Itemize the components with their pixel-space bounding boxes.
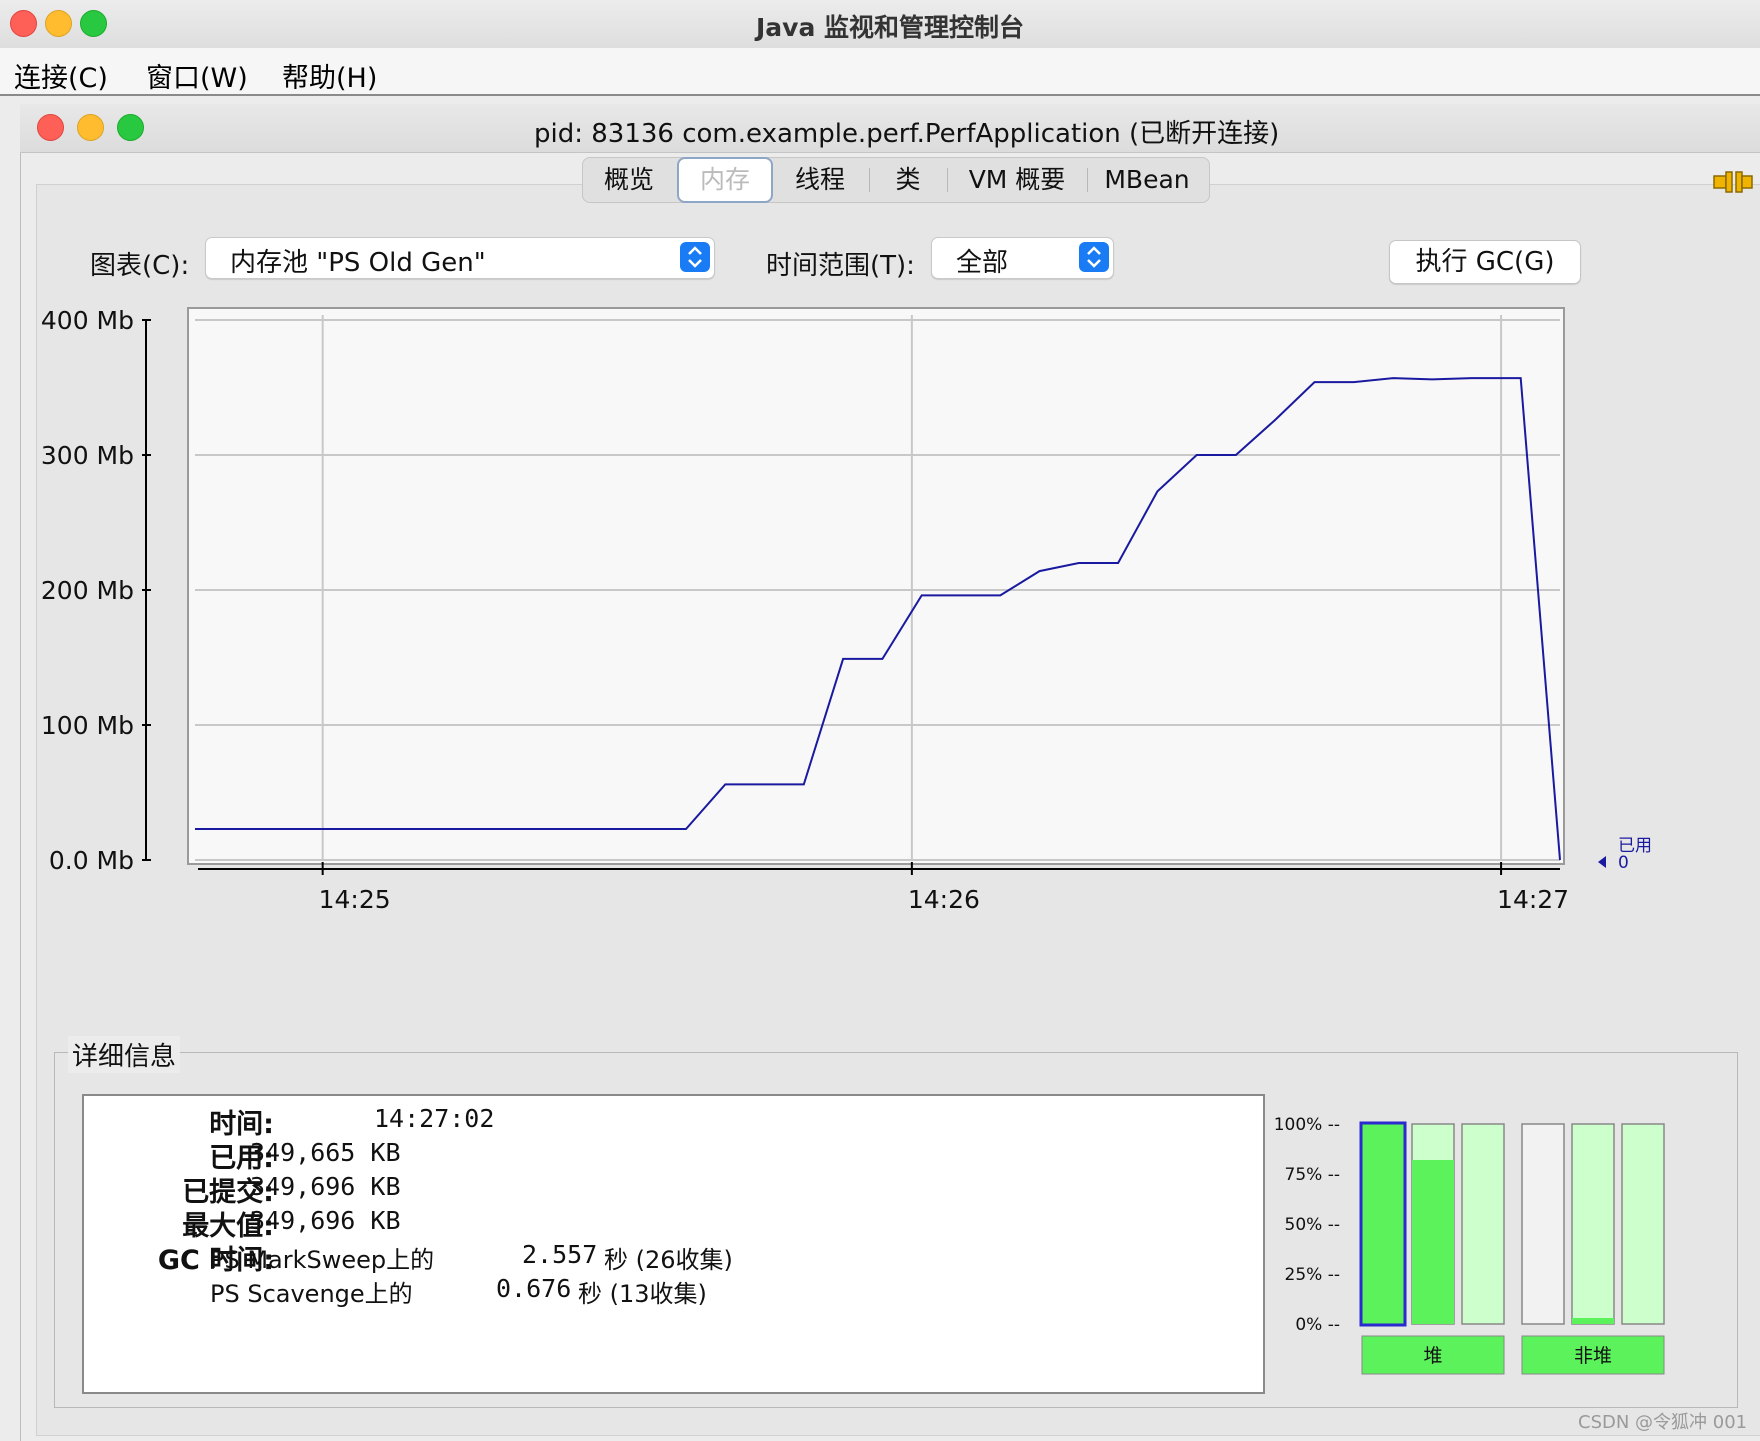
x-tick-label: 14:25 (319, 885, 391, 914)
heap-pool-bar-used-fill (1412, 1160, 1454, 1324)
chart-select-label: 图表(C): (90, 251, 190, 281)
tab-overview[interactable]: 概览 (583, 158, 675, 202)
watermark: CSDN @令狐冲 001 (1578, 1412, 1748, 1433)
tab-classes[interactable]: 类 (869, 158, 947, 202)
current-series-value: 0 (1618, 853, 1629, 873)
connection-title: pid: 83136 com.example.perf.PerfApplicat… (534, 119, 1280, 149)
menu-window[interactable]: 窗口(W) (146, 56, 248, 95)
nonheap-pool-bar-used-fill (1572, 1318, 1614, 1324)
gc-time-marksweep: 2.557 (522, 1240, 598, 1269)
chart-select[interactable]: 内存池 "PS Old Gen" (205, 237, 715, 279)
plot-area (187, 307, 1565, 865)
frame-close-button[interactable] (37, 114, 64, 141)
y-tick-label: 100 Mb (41, 711, 134, 740)
tab-memory[interactable]: 内存 (677, 157, 773, 203)
chevron-updown-icon (680, 242, 710, 272)
chevron-updown-icon (1079, 242, 1109, 272)
perform-gc-button[interactable]: 执行 GC(G) (1389, 240, 1581, 284)
heap-pool-bar-used-fill (1362, 1124, 1404, 1324)
time-range-label: 时间范围(T): (766, 251, 915, 281)
pool-bar-scale-label: 50% -- (1285, 1215, 1340, 1235)
menu-connection[interactable]: 连接(C) (14, 56, 108, 95)
chart-select-value: 内存池 "PS Old Gen" (230, 248, 486, 278)
nonheap-pool-bar-background (1521, 1123, 1565, 1325)
pool-bar-scale-label: 75% -- (1285, 1165, 1340, 1185)
time-range-select[interactable]: 全部 (931, 237, 1114, 279)
details-panel: 时间: 14:27:02 已用: 349,665 KB 已提交: 349,696… (82, 1094, 1265, 1394)
detail-value-committed: 349,696 KB (250, 1172, 401, 1201)
x-tick-label: 14:27 (1497, 885, 1569, 914)
frame-maximize-button[interactable] (117, 114, 144, 141)
heap-pool-bar-background (1461, 1123, 1505, 1325)
tab-vm-summary[interactable]: VM 概要 (947, 158, 1087, 202)
memory-usage-chart: 0.0 Mb 100 Mb 200 Mb 300 Mb 400 Mb 14:25 14:26… (41, 306, 1652, 914)
pool-bar-scale-label: 0% -- (1295, 1315, 1340, 1335)
menu-help[interactable]: 帮助(H) (282, 56, 377, 95)
gc-count-marksweep: 秒 (26收集) (604, 1246, 733, 1274)
gc-time-scavenge: 0.676 (496, 1274, 572, 1303)
tab-threads[interactable]: 线程 (771, 158, 869, 202)
detail-value-max: 349,696 KB (250, 1206, 401, 1235)
zoom-window-button[interactable] (80, 10, 107, 37)
frame-minimize-button[interactable] (77, 114, 104, 141)
nonheap-pool-bar-background (1621, 1123, 1665, 1325)
minimize-window-button[interactable] (45, 10, 72, 37)
detail-value-time: 14:27:02 (374, 1104, 495, 1133)
detail-value-used: 349,665 KB (250, 1138, 401, 1167)
menu-bar (0, 48, 1760, 96)
nonheap-pool-bar-background (1571, 1123, 1615, 1325)
gc-count-scavenge: 秒 (13收集) (578, 1280, 707, 1308)
connection-plug-icon (1713, 171, 1753, 193)
y-tick-label: 400 Mb (41, 306, 134, 335)
close-window-button[interactable] (10, 10, 37, 37)
pool-bar-scale-label: 100% -- (1274, 1115, 1340, 1135)
time-range-value: 全部 (956, 248, 1009, 278)
memory-pool-bars: 100% -- 75% -- 50% -- 25% -- 0% -- 堆 非堆 (1274, 1115, 1665, 1375)
current-value-marker-icon (1598, 856, 1606, 868)
main-window-title: Java 监视和管理控制台 (756, 13, 1025, 42)
nonheap-label: 非堆 (1574, 1345, 1612, 1367)
details-section-title: 详细信息 (68, 1036, 181, 1073)
gc-collector-marksweep: PS MarkSweep上的 (210, 1246, 435, 1274)
heap-label: 堆 (1423, 1345, 1442, 1367)
x-tick-label: 14:26 (908, 885, 980, 914)
y-tick-label: 300 Mb (41, 441, 134, 470)
gc-collector-scavenge: PS Scavenge上的 (210, 1280, 413, 1308)
tab-mbean[interactable]: MBean (1087, 158, 1207, 202)
y-tick-label: 0.0 Mb (49, 846, 134, 875)
y-tick-label: 200 Mb (41, 576, 134, 605)
pool-bar-scale-label: 25% -- (1285, 1265, 1340, 1285)
